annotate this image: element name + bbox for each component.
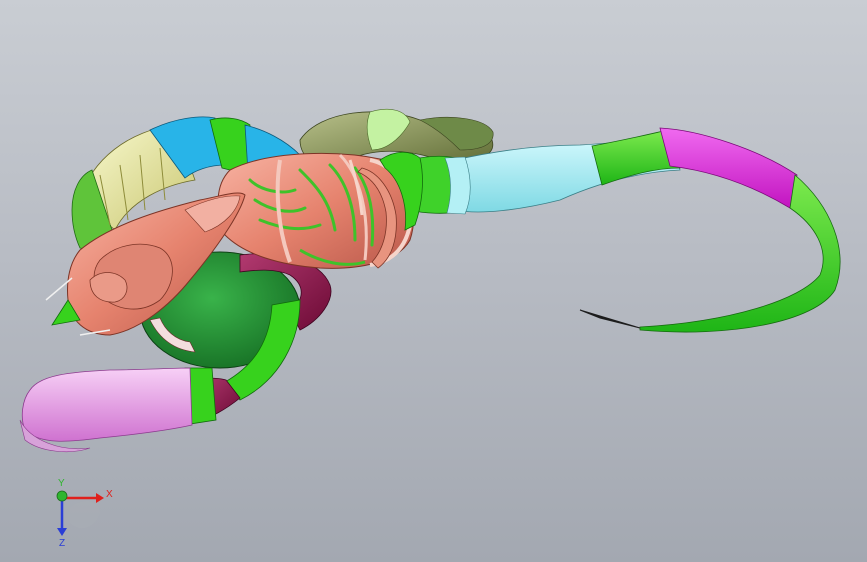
y-axis-dot [56,490,68,502]
orientation-triad: X Y Z [56,478,113,548]
3d-viewport[interactable]: X Y Z [0,0,867,562]
x-axis-label: X [106,489,113,500]
y-axis-label: Y [58,478,65,489]
z-axis-arrow [57,500,67,536]
3d-model[interactable] [0,0,867,562]
z-axis-label: Z [59,538,65,548]
tail[interactable] [454,127,841,333]
